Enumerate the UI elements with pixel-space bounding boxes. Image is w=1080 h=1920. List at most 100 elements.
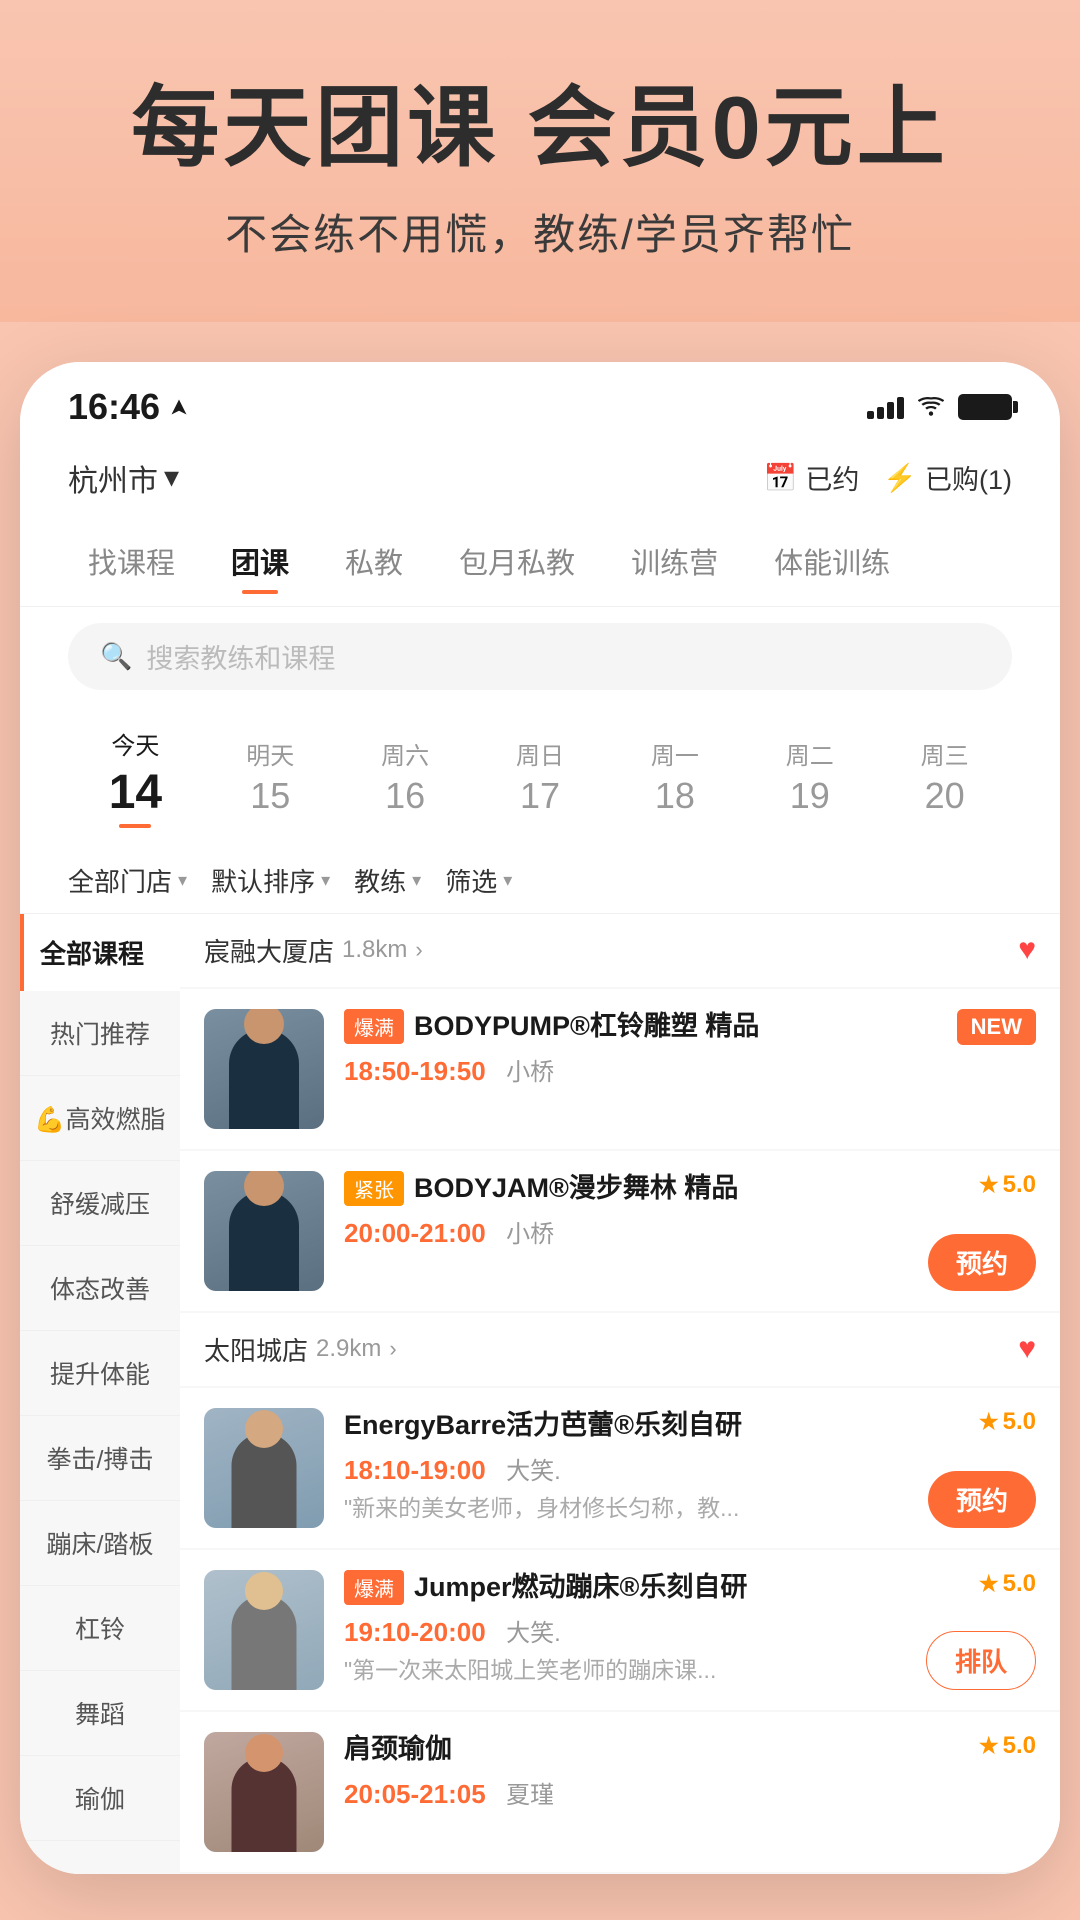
book-button-2[interactable]: 预约: [928, 1234, 1036, 1291]
filter-sort[interactable]: 默认排序 ▾: [211, 862, 330, 899]
tab-physical-training[interactable]: 体能训练: [746, 528, 918, 594]
new-badge-1: NEW: [957, 1009, 1036, 1045]
date-tomorrow-num: 15: [203, 775, 338, 817]
city-name: 杭州市: [68, 456, 158, 500]
date-wed[interactable]: 周三 20: [877, 736, 1012, 817]
hero-subtitle: 不会练不用慌，教练/学员齐帮忙: [60, 201, 1020, 262]
course-thumb-1: [204, 1009, 324, 1129]
course-thumb-2: [204, 1171, 324, 1291]
main-content: 全部课程 热门推荐 💪高效燃脂 舒缓减压 体态改善 提升体能 拳击/搏击 蹦床/…: [20, 914, 1060, 1874]
book-button-3[interactable]: 预约: [928, 1471, 1036, 1528]
search-wrapper[interactable]: 🔍 搜索教练和课程: [68, 623, 1012, 690]
course-thumb-3: [204, 1408, 324, 1528]
date-tue[interactable]: 周二 19: [742, 736, 877, 817]
sidebar-item-yoga[interactable]: 瑜伽: [20, 1756, 180, 1841]
location-bar: 杭州市 ▾ 📅 已约 ⚡ 已购(1): [20, 440, 1060, 516]
chevron-right-icon: ›: [415, 937, 422, 963]
course-time-1: 18:50-19:50: [344, 1056, 486, 1086]
course-card-2: 紧张 BODYJAM®漫步舞林 精品 20:00-21:00 小桥 ★ 5.0 …: [180, 1151, 1060, 1311]
sidebar-item-fitness[interactable]: 提升体能: [20, 1331, 180, 1416]
course-title-2: BODYJAM®漫步舞林 精品: [414, 1171, 738, 1206]
date-today-indicator: [119, 824, 151, 828]
course-time-3: 18:10-19:00: [344, 1455, 486, 1485]
date-today[interactable]: 今天 14: [68, 726, 203, 828]
course-time-2: 20:00-21:00: [344, 1218, 486, 1248]
star-icon-5: ★: [979, 1733, 999, 1759]
tab-group-class[interactable]: 团课: [203, 528, 317, 594]
favorite-icon-2[interactable]: ♥: [1018, 1332, 1036, 1366]
date-wed-num: 20: [877, 775, 1012, 817]
sidebar-item-trampoline[interactable]: 蹦床/踏板: [20, 1501, 180, 1586]
store-header-1: 宸融大厦店 1.8km › ♥: [180, 914, 1060, 987]
course-title-5: 肩颈瑜伽: [344, 1732, 452, 1767]
chevron-right-icon-2: ›: [389, 1336, 396, 1362]
search-icon: 🔍: [100, 641, 132, 672]
tag-hot-4: 爆满: [344, 1570, 404, 1605]
date-mon[interactable]: 周一 18: [607, 736, 742, 817]
nav-tabs: 找课程 团课 私教 包月私教 训练营 体能训练: [20, 516, 1060, 607]
tab-private[interactable]: 私教: [317, 528, 431, 594]
location-display[interactable]: 杭州市 ▾: [68, 456, 179, 500]
status-bar: 16:46: [20, 362, 1060, 440]
date-sun[interactable]: 周日 17: [473, 736, 608, 817]
chevron-down-icon: ▾: [178, 870, 187, 891]
sidebar-item-fatburn[interactable]: 💪高效燃脂: [20, 1076, 180, 1161]
filter-coach[interactable]: 教练 ▾: [354, 862, 421, 899]
sidebar-all-courses[interactable]: 全部课程: [20, 914, 180, 991]
date-today-num: 14: [68, 765, 203, 820]
course-title-1: BODYPUMP®杠铃雕塑 精品: [414, 1009, 759, 1044]
sidebar-item-barbell[interactable]: 杠铃: [20, 1586, 180, 1671]
course-card-5: 肩颈瑜伽 20:05-21:05 夏瑾 ★ 5.0: [180, 1712, 1060, 1872]
course-card-3: EnergyBarre活力芭蕾®乐刻自研 18:10-19:00 大笑. "新来…: [180, 1388, 1060, 1548]
sidebar-item-relax[interactable]: 舒缓减压: [20, 1161, 180, 1246]
date-tomorrow-label: 明天: [203, 736, 338, 771]
booked-button[interactable]: 📅 已约: [764, 458, 860, 497]
calendar-icon: 📅: [764, 462, 798, 494]
chevron-down-icon: ▾: [321, 870, 330, 891]
course-teacher-4: 大笑.: [506, 1620, 561, 1647]
filter-more[interactable]: 筛选 ▾: [445, 862, 512, 899]
location-dropdown-icon: ▾: [164, 460, 179, 495]
filter-all-stores[interactable]: 全部门店 ▾: [68, 862, 187, 899]
tab-training-camp[interactable]: 训练营: [603, 528, 746, 594]
date-selector: 今天 14 明天 15 周六 16 周日 17 周一 18 周二 19 周三 2…: [20, 706, 1060, 848]
date-mon-label: 周一: [607, 736, 742, 771]
sidebar-item-boxing[interactable]: 拳击/搏击: [20, 1416, 180, 1501]
course-teacher-1: 小桥: [506, 1059, 554, 1086]
store-name-2[interactable]: 太阳城店 2.9km ›: [204, 1331, 397, 1368]
date-wed-label: 周三: [877, 736, 1012, 771]
date-tue-label: 周二: [742, 736, 877, 771]
queue-button-4[interactable]: 排队: [926, 1631, 1036, 1690]
flash-icon: ⚡: [883, 462, 917, 494]
date-mon-num: 18: [607, 775, 742, 817]
course-info-5: 肩颈瑜伽 20:05-21:05 夏瑾: [344, 1732, 1036, 1810]
tag-hot-1: 爆满: [344, 1009, 404, 1044]
store-name-1[interactable]: 宸融大厦店 1.8km ›: [204, 932, 423, 969]
course-teacher-5: 夏瑾: [506, 1782, 554, 1809]
tab-find-course[interactable]: 找课程: [60, 528, 203, 594]
course-rating-2: ★ 5.0: [979, 1171, 1036, 1199]
course-info-2: 紧张 BODYJAM®漫步舞林 精品 20:00-21:00 小桥: [344, 1171, 1036, 1249]
star-icon-4: ★: [979, 1571, 999, 1597]
chevron-down-icon: ▾: [412, 870, 421, 891]
star-icon: ★: [979, 1172, 999, 1198]
date-tomorrow[interactable]: 明天 15: [203, 736, 338, 817]
status-icons: [867, 391, 1012, 423]
course-thumb-5: [204, 1732, 324, 1852]
favorite-icon-1[interactable]: ♥: [1018, 933, 1036, 967]
course-list: 宸融大厦店 1.8km › ♥ 爆满 BODYPUMP®杠铃雕: [180, 914, 1060, 1874]
store-header-2: 太阳城店 2.9km › ♥: [180, 1313, 1060, 1386]
date-sat[interactable]: 周六 16: [338, 736, 473, 817]
course-thumb-4: [204, 1570, 324, 1690]
sidebar-item-dance[interactable]: 舞蹈: [20, 1671, 180, 1756]
sidebar-item-posture[interactable]: 体态改善: [20, 1246, 180, 1331]
course-teacher-2: 小桥: [506, 1221, 554, 1248]
navigation-icon: [170, 398, 188, 416]
chevron-down-icon: ▾: [503, 870, 512, 891]
date-sat-label: 周六: [338, 736, 473, 771]
tab-monthly-private[interactable]: 包月私教: [431, 528, 603, 594]
date-sun-num: 17: [473, 775, 608, 817]
purchased-button[interactable]: ⚡ 已购(1): [883, 458, 1012, 497]
course-rating-3: ★ 5.0: [979, 1408, 1036, 1436]
sidebar-item-hot[interactable]: 热门推荐: [20, 991, 180, 1076]
